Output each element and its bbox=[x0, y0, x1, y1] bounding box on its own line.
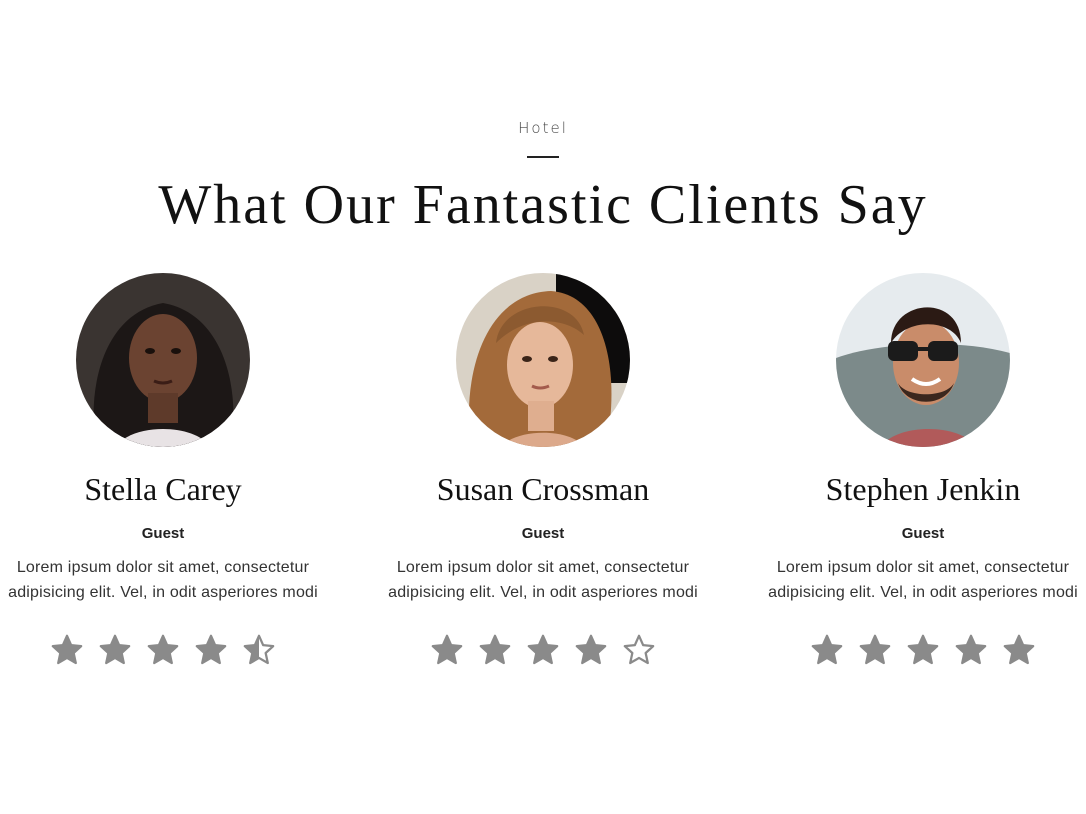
star-filled-icon bbox=[479, 634, 511, 665]
star-empty-icon bbox=[623, 634, 655, 665]
star-filled-icon bbox=[195, 634, 227, 665]
client-name: Stella Carey bbox=[84, 471, 242, 507]
avatar bbox=[456, 273, 630, 447]
star-filled-icon bbox=[147, 634, 179, 665]
rating-stars bbox=[0, 633, 353, 667]
star-filled-icon bbox=[859, 634, 891, 665]
star-filled-icon bbox=[575, 634, 607, 665]
rating-stars bbox=[733, 633, 1086, 667]
client-role: Guest bbox=[901, 525, 945, 542]
testimonial-card: Stephen Jenkin Guest Lorem ipsum dolor s… bbox=[733, 273, 1086, 667]
client-role: Guest bbox=[141, 525, 185, 542]
header-divider bbox=[527, 156, 559, 158]
client-quote: Lorem ipsum dolor sit amet, consectetur … bbox=[388, 559, 698, 601]
client-name: Stephen Jenkin bbox=[825, 471, 1021, 507]
client-role: Guest bbox=[521, 525, 565, 542]
star-half-icon bbox=[243, 634, 275, 665]
rating-stars bbox=[353, 633, 733, 667]
star-filled-icon bbox=[811, 634, 843, 665]
star-filled-icon bbox=[907, 634, 939, 665]
star-filled-icon bbox=[431, 634, 463, 665]
avatar bbox=[76, 273, 250, 447]
client-quote: Lorem ipsum dolor sit amet, consectetur … bbox=[8, 559, 318, 601]
star-filled-icon bbox=[99, 634, 131, 665]
client-name: Susan Crossman bbox=[436, 471, 650, 507]
client-quote: Lorem ipsum dolor sit amet, consectetur … bbox=[768, 559, 1078, 601]
avatar bbox=[836, 273, 1010, 447]
section-eyebrow: Hotel bbox=[518, 119, 568, 137]
star-filled-icon bbox=[955, 634, 987, 665]
star-filled-icon bbox=[51, 634, 83, 665]
testimonial-card: Stella Carey Guest Lorem ipsum dolor sit… bbox=[0, 273, 353, 667]
star-filled-icon bbox=[527, 634, 559, 665]
star-filled-icon bbox=[1003, 634, 1035, 665]
section-title: What Our Fantastic Clients Say bbox=[158, 174, 928, 236]
testimonial-card: Susan Crossman Guest Lorem ipsum dolor s… bbox=[353, 273, 733, 667]
